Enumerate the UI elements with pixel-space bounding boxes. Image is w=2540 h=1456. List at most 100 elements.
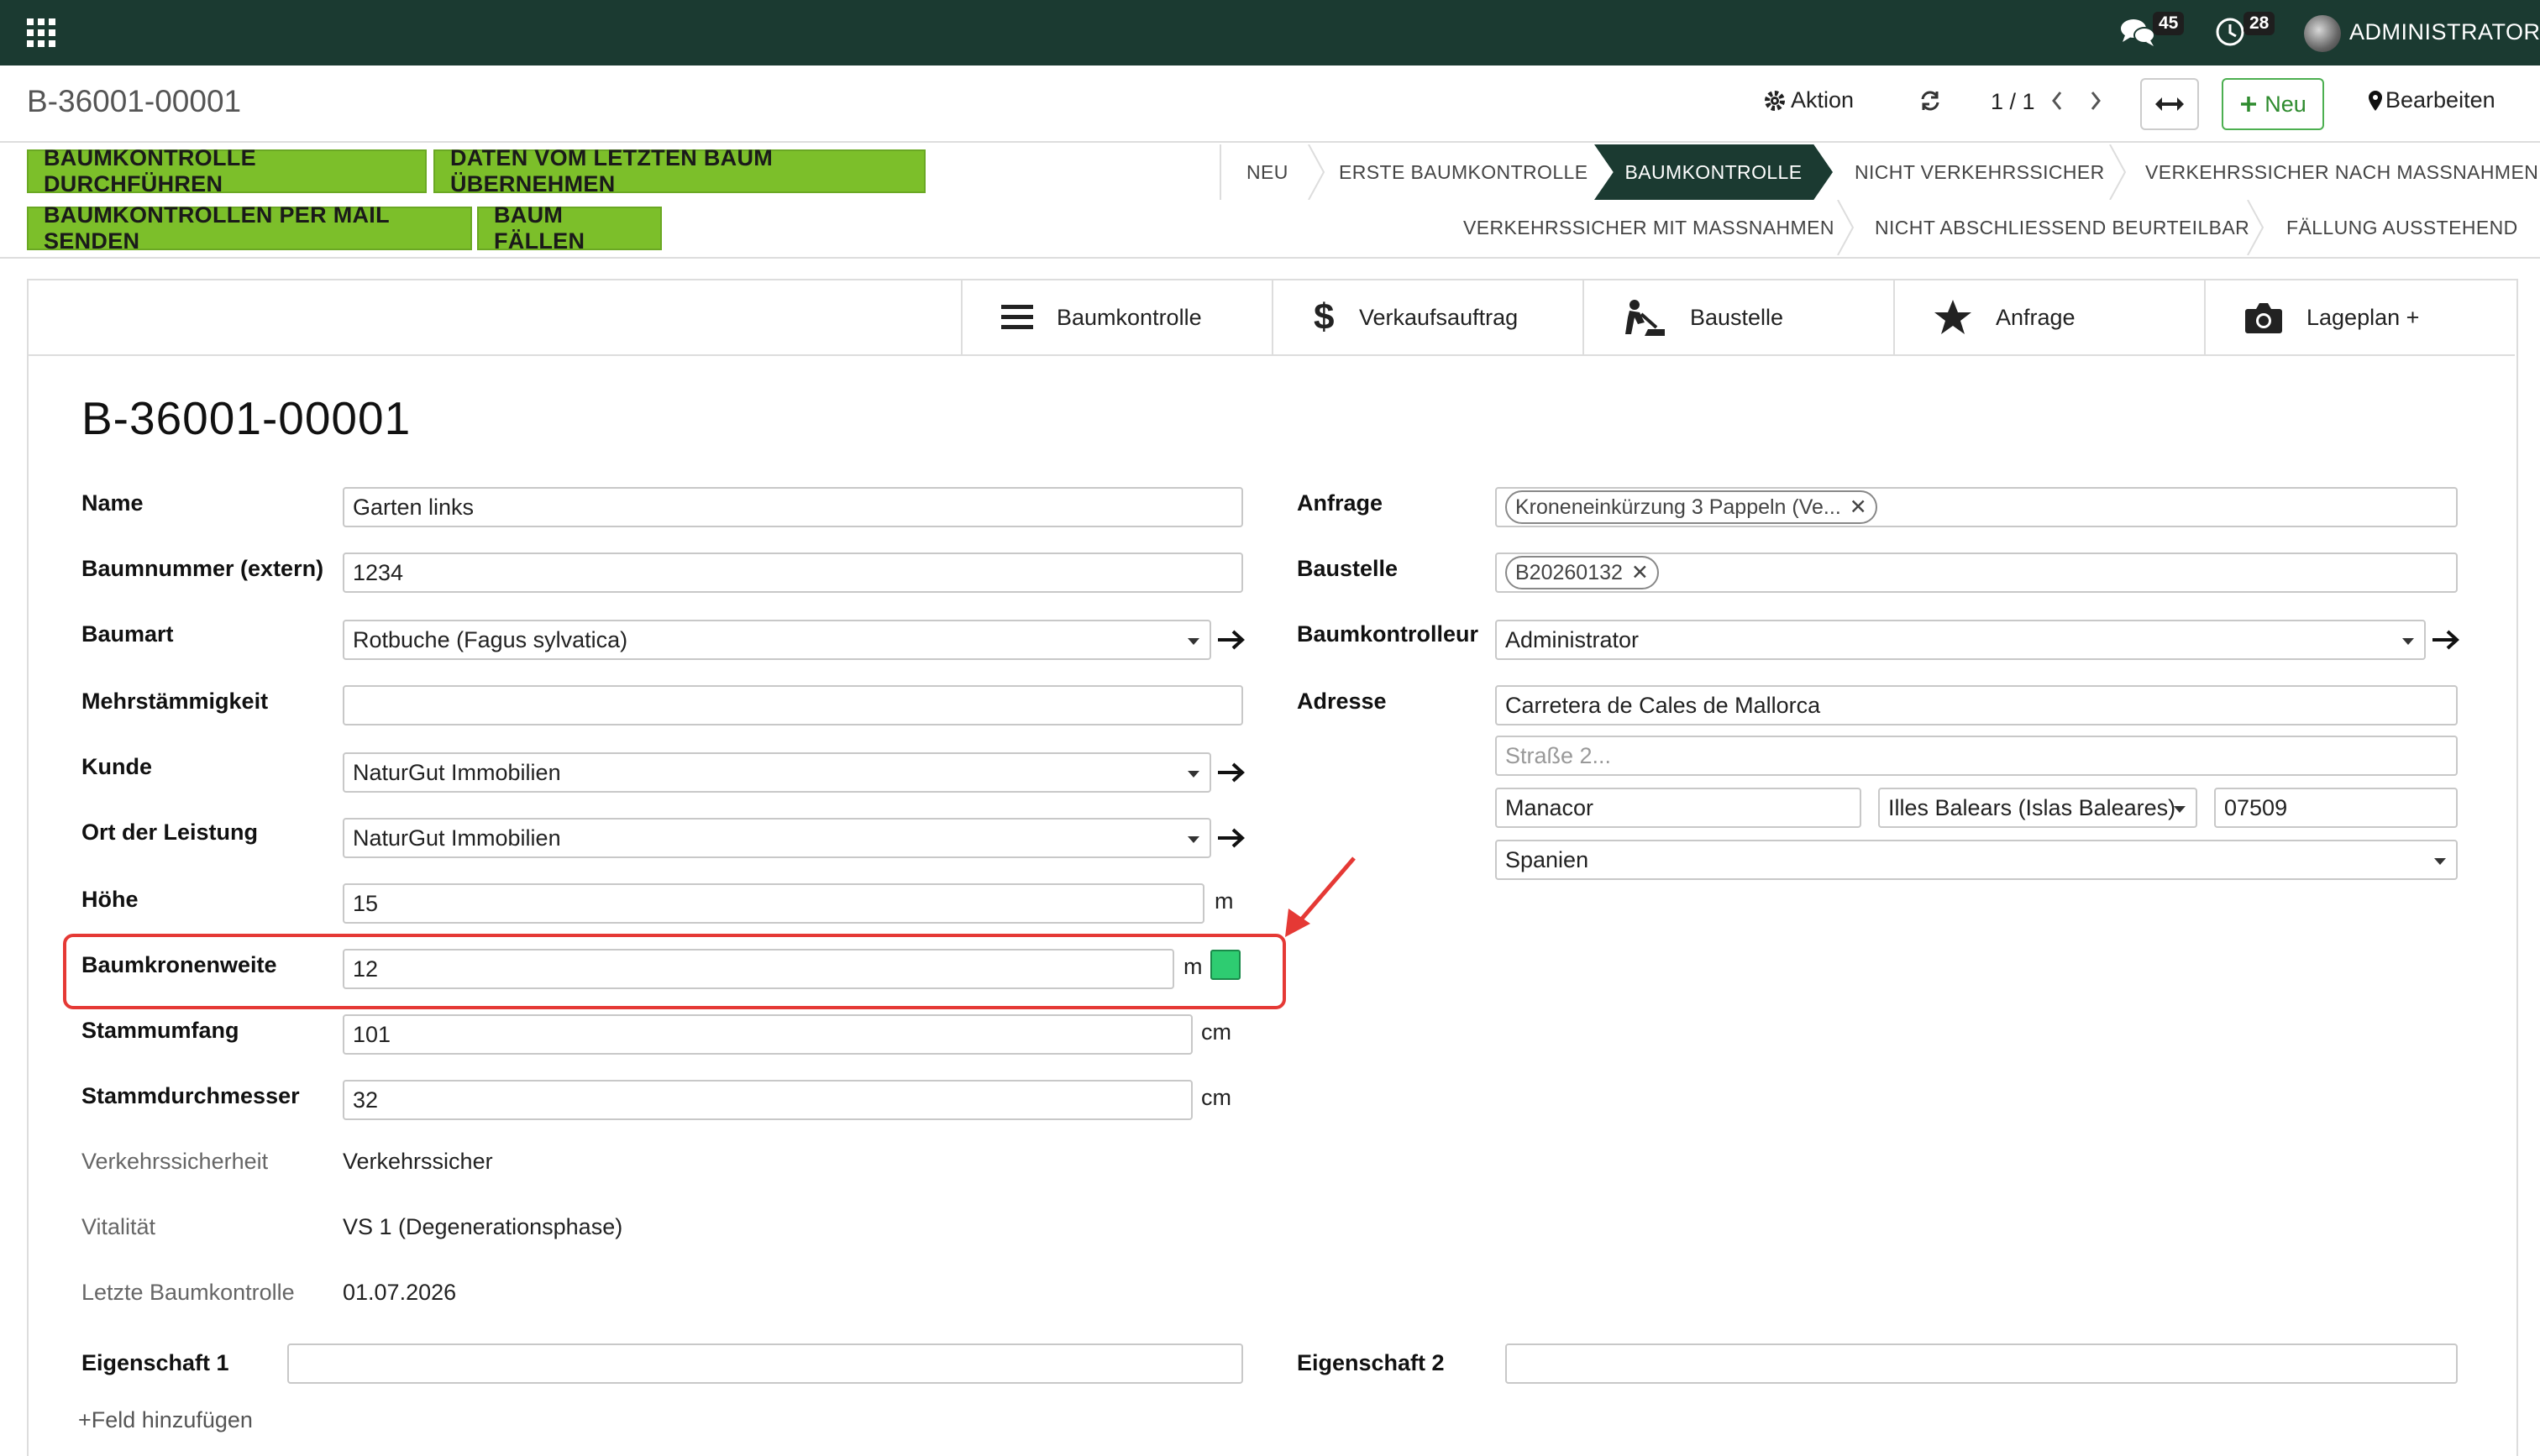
hoehe-input[interactable]: 15: [343, 883, 1204, 924]
stage-nicht-verkehrssicher[interactable]: NICHT VERKEHRSSICHER: [1855, 161, 2105, 184]
anfrage-tag[interactable]: Kroneneinkürzung 3 Pappeln (Ve... ✕: [1505, 490, 1877, 524]
copy-last-tree-data-button[interactable]: DATEN VOM LETZTEN BAUM ÜBERNEHMEN: [433, 145, 926, 196]
action-menu-label: Aktion: [1791, 87, 1855, 113]
run-tree-control-button[interactable]: BAUMKONTROLLE DURCHFÜHREN: [27, 145, 427, 196]
mehrstaemmigkeit-input[interactable]: [343, 685, 1243, 725]
smart-button-lageplan[interactable]: Lageplan +: [2204, 280, 2515, 354]
eigenschaft-2-input[interactable]: [1505, 1343, 2458, 1384]
apps-menu-icon[interactable]: [27, 18, 55, 47]
divider: [0, 141, 2540, 143]
stage-baumkontrolle-active[interactable]: BAUMKONTROLLE: [1594, 144, 1833, 200]
stammdurchmesser-unit: cm: [1201, 1085, 1231, 1110]
city-input[interactable]: Manacor: [1495, 788, 1861, 828]
stage-verkehrssicher-nach-massnahmen[interactable]: VERKEHRSSICHER NACH MASSNAHMEN: [2145, 161, 2538, 184]
mehrstaemmigkeit-label: Mehrstämmigkeit: [81, 689, 269, 714]
plus-icon: [2241, 97, 2257, 112]
baumart-label: Baumart: [81, 621, 174, 647]
arrow-right-icon[interactable]: [1215, 756, 1248, 789]
close-icon[interactable]: ✕: [1631, 560, 1649, 585]
stage-neu[interactable]: NEU: [1246, 161, 1288, 184]
baumkontrolleur-select[interactable]: Administrator: [1495, 620, 2426, 660]
pager-value[interactable]: 1 / 1: [1991, 89, 2035, 115]
svg-text:$: $: [1314, 297, 1334, 338]
smart-button-label: Lageplan +: [2306, 304, 2420, 330]
user-avatar[interactable]: [2304, 15, 2341, 52]
stage-separator: [2247, 200, 2264, 255]
refresh-button[interactable]: [1918, 89, 1942, 113]
smart-button-baumkontrolle[interactable]: Baumkontrolle: [961, 280, 1272, 354]
stage-nicht-abschliessend-beurteilbar[interactable]: NICHT ABSCHLIESSEND BEURTEILBAR: [1875, 217, 2249, 239]
kronenweite-input[interactable]: 12: [343, 949, 1174, 989]
stammdurchmesser-label: Stammdurchmesser: [81, 1083, 300, 1108]
fell-tree-button[interactable]: BAUM FÄLLEN: [477, 202, 662, 254]
verkehrssicherheit-label: Verkehrssicherheit: [81, 1149, 269, 1174]
record-title: B-36001-00001: [81, 392, 412, 444]
statusbar-divider: [1220, 144, 1221, 200]
adresse-label: Adresse: [1297, 689, 1387, 714]
stage-separator: [1837, 200, 1855, 255]
kronenweite-toggle[interactable]: [1210, 950, 1241, 980]
messages-count-badge: 45: [2153, 12, 2185, 35]
user-menu-name[interactable]: ADMINISTRATOR: [2349, 19, 2540, 45]
stammumfang-unit: cm: [1201, 1019, 1231, 1045]
pager-next-button[interactable]: [2088, 89, 2103, 113]
arrow-right-icon[interactable]: [1215, 623, 1248, 657]
stammdurchmesser-input[interactable]: 32: [343, 1080, 1193, 1120]
eigenschaft-1-label: Eigenschaft 1: [81, 1350, 229, 1375]
refresh-icon: [1921, 91, 1939, 111]
send-controls-by-mail-button[interactable]: BAUMKONTROLLEN PER MAIL SENDEN: [27, 202, 472, 254]
vitalitaet-label: Vitalität: [81, 1214, 156, 1239]
close-icon[interactable]: ✕: [1850, 495, 1867, 520]
smart-button-verkaufsauftrag[interactable]: $ Verkaufsauftrag: [1272, 280, 1582, 354]
hoehe-unit: m: [1215, 888, 1234, 914]
name-input[interactable]: Garten links: [343, 487, 1243, 527]
ort-der-leistung-select[interactable]: NaturGut Immobilien: [343, 818, 1211, 858]
kunde-select[interactable]: NaturGut Immobilien: [343, 752, 1211, 793]
arrows-horizontal-icon: [2155, 97, 2184, 111]
edit-button[interactable]: Bearbeiten: [2367, 87, 2495, 113]
baumnummer-input[interactable]: 1234: [343, 553, 1243, 593]
smart-button-label: Anfrage: [1996, 304, 2076, 330]
activities-count-badge: 28: [2243, 12, 2275, 35]
state-select[interactable]: Illes Balears (Islas Baleares): [1878, 788, 2197, 828]
smart-button-baustelle[interactable]: Baustelle: [1582, 280, 1893, 354]
camera-icon: [2245, 303, 2282, 333]
anfrage-label: Anfrage: [1297, 490, 1383, 516]
stage-erste-baumkontrolle[interactable]: ERSTE BAUMKONTROLLE: [1339, 161, 1588, 184]
dollar-icon: $: [1314, 297, 1334, 338]
street-input[interactable]: Carretera de Cales de Mallorca: [1495, 685, 2458, 725]
expand-width-button[interactable]: [2140, 78, 2199, 130]
baustelle-tag[interactable]: B20260132 ✕: [1505, 556, 1659, 589]
chevron-left-icon: [2052, 92, 2062, 110]
new-record-label: Neu: [2264, 91, 2306, 117]
stammumfang-input[interactable]: 101: [343, 1014, 1193, 1055]
zip-input[interactable]: 07509: [2214, 788, 2458, 828]
stage-verkehrssicher-mit-massnahmen[interactable]: VERKEHRSSICHER MIT MASSNAHMEN: [1463, 217, 1834, 239]
new-record-button[interactable]: Neu: [2222, 78, 2324, 130]
baustelle-many2many-field[interactable]: B20260132 ✕: [1495, 553, 2458, 593]
action-menu-button[interactable]: Aktion: [1764, 87, 1854, 113]
list-icon: [1001, 305, 1033, 329]
arrow-right-icon[interactable]: [1215, 821, 1248, 855]
breadcrumb: B-36001-00001: [27, 84, 242, 118]
kunde-label: Kunde: [81, 754, 152, 779]
activities-clock-icon[interactable]: [2214, 13, 2246, 50]
kronenweite-label: Baumkronenweite: [81, 952, 277, 977]
baumart-select[interactable]: Rotbuche (Fagus sylvatica): [343, 620, 1211, 660]
arrow-right-icon[interactable]: [2429, 623, 2463, 657]
hoehe-label: Höhe: [81, 887, 139, 912]
anfrage-many2many-field[interactable]: Kroneneinkürzung 3 Pappeln (Ve... ✕: [1495, 487, 2458, 527]
eigenschaft-1-input[interactable]: [287, 1343, 1243, 1384]
add-field-button[interactable]: +Feld hinzufügen: [78, 1407, 253, 1433]
messages-icon[interactable]: [2118, 13, 2157, 50]
stammumfang-label: Stammumfang: [81, 1018, 239, 1043]
letzte-baumkontrolle-label: Letzte Baumkontrolle: [81, 1280, 295, 1305]
street2-input[interactable]: Straße 2...: [1495, 736, 2458, 776]
smart-button-anfrage[interactable]: Anfrage: [1893, 280, 2204, 354]
country-select[interactable]: Spanien: [1495, 840, 2458, 880]
chevron-right-icon: [2091, 92, 2101, 110]
pager-previous-button[interactable]: [2049, 89, 2065, 113]
stage-faellung-ausstehend[interactable]: FÄLLUNG AUSSTEHEND: [2286, 217, 2518, 239]
top-navbar: 45 28 ADMINISTRATOR: [0, 0, 2540, 65]
smart-button-label: Baumkontrolle: [1057, 304, 1202, 330]
